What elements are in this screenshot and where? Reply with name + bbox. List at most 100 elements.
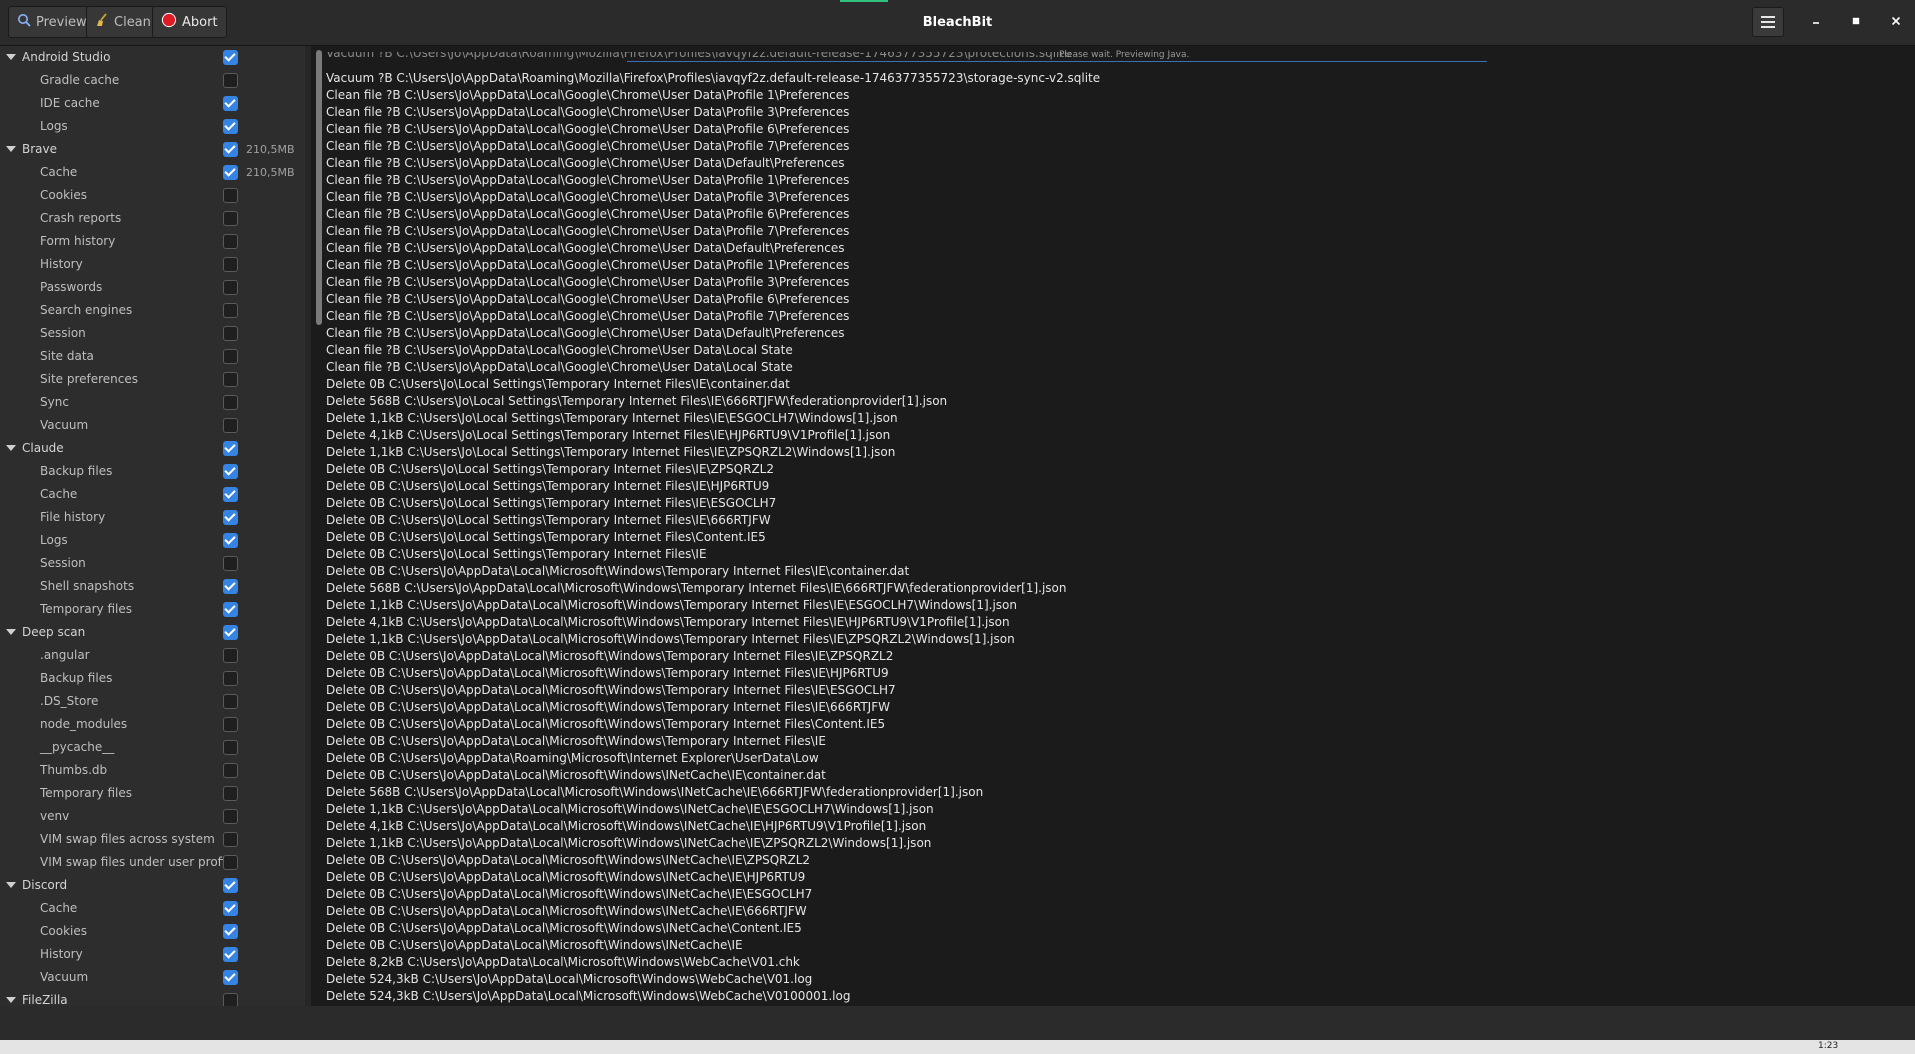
cleaner-tree[interactable]: Android Studio Gradle cache IDE cache Logs B… [0,46,305,1006]
checkbox[interactable] [223,349,238,364]
maximize-button[interactable] [1846,12,1866,32]
checkbox[interactable] [223,947,238,962]
tree-option-row[interactable]: Cookies [0,184,305,207]
checkbox[interactable] [223,763,238,778]
checkbox[interactable] [223,809,238,824]
checkbox[interactable] [223,257,238,272]
tree-option-row[interactable]: Session [0,552,305,575]
checkbox[interactable] [223,464,238,479]
tree-option-row[interactable]: Backup files [0,667,305,690]
checkbox[interactable] [223,855,238,870]
checkbox[interactable] [223,510,238,525]
tree-option-row[interactable]: .DS_Store [0,690,305,713]
tree-option-row[interactable]: IDE cache [0,92,305,115]
expand-arrow-icon[interactable] [6,146,16,152]
log-line: Clean file ?B C:\Users\Jo\AppData\Local\… [326,207,850,221]
checkbox[interactable] [223,303,238,318]
checkbox[interactable] [223,165,238,180]
tree-option-row[interactable]: History [0,943,305,966]
checkbox[interactable] [223,625,238,640]
checkbox[interactable] [223,50,238,65]
log-view[interactable]: Vacuum ?B C:\Users\Jo\AppData\Roaming\Mo… [311,46,1915,1006]
log-line: Clean file ?B C:\Users\Jo\AppData\Local\… [326,360,793,374]
tree-option-row[interactable]: Temporary files [0,782,305,805]
checkbox[interactable] [223,280,238,295]
checkbox[interactable] [223,717,238,732]
expand-arrow-icon[interactable] [6,997,16,1003]
log-scrollbar[interactable] [316,50,322,325]
tree-option-row[interactable]: Backup files [0,460,305,483]
tree-option-row[interactable]: VIM swap files under user profile [0,851,305,874]
tree-option-row[interactable]: Sync [0,391,305,414]
tree-option-row[interactable]: Cache [0,897,305,920]
checkbox[interactable] [223,602,238,617]
checkbox[interactable] [223,119,238,134]
tree-group-row[interactable]: Android Studio [0,46,305,69]
checkbox[interactable] [223,372,238,387]
checkbox[interactable] [223,648,238,663]
checkbox[interactable] [223,970,238,985]
checkbox[interactable] [223,694,238,709]
tree-option-row[interactable]: Search engines [0,299,305,322]
checkbox[interactable] [223,740,238,755]
tree-option-row[interactable]: Site data [0,345,305,368]
tree-option-row[interactable]: Gradle cache [0,69,305,92]
close-button[interactable] [1886,12,1906,32]
checkbox[interactable] [223,96,238,111]
expand-arrow-icon[interactable] [6,882,16,888]
checkbox[interactable] [223,234,238,249]
checkbox[interactable] [223,533,238,548]
expand-arrow-icon[interactable] [6,54,16,60]
checkbox[interactable] [223,993,238,1006]
tree-option-row[interactable]: Site preferences [0,368,305,391]
checkbox[interactable] [223,786,238,801]
checkbox[interactable] [223,395,238,410]
checkbox[interactable] [223,832,238,847]
menu-button[interactable] [1752,7,1784,37]
tree-option-row[interactable]: Logs [0,115,305,138]
tree-option-row[interactable]: Logs [0,529,305,552]
tree-option-row[interactable]: Session [0,322,305,345]
tree-option-row[interactable]: Vacuum [0,966,305,989]
tree-option-row[interactable]: Shell snapshots [0,575,305,598]
checkbox[interactable] [223,671,238,686]
tree-group-row[interactable]: Brave 210,5MB [0,138,305,161]
checkbox[interactable] [223,878,238,893]
tree-option-row[interactable]: Temporary files [0,598,305,621]
tree-option-row[interactable]: History [0,253,305,276]
tree-group-row[interactable]: Deep scan [0,621,305,644]
tree-option-row[interactable]: .angular [0,644,305,667]
expand-arrow-icon[interactable] [6,445,16,451]
tree-group-row[interactable]: Claude [0,437,305,460]
tree-option-row[interactable]: Cache 210,5MB [0,161,305,184]
checkbox[interactable] [223,487,238,502]
checkbox[interactable] [223,556,238,571]
checkbox[interactable] [223,579,238,594]
tree-option-row[interactable]: Crash reports [0,207,305,230]
tree-option-row[interactable]: Cookies [0,920,305,943]
tree-option-row[interactable]: Passwords [0,276,305,299]
tree-group-row[interactable]: Discord [0,874,305,897]
tree-option-row[interactable]: File history [0,506,305,529]
checkbox[interactable] [223,73,238,88]
checkbox[interactable] [223,441,238,456]
checkbox[interactable] [223,142,238,157]
tree-item-label: IDE cache [40,96,100,110]
tree-group-row[interactable]: FileZilla [0,989,305,1006]
checkbox[interactable] [223,326,238,341]
tree-option-row[interactable]: Thumbs.db [0,759,305,782]
checkbox[interactable] [223,924,238,939]
checkbox[interactable] [223,418,238,433]
tree-option-row[interactable]: Cache [0,483,305,506]
minimize-button[interactable] [1806,12,1826,32]
tree-option-row[interactable]: Form history [0,230,305,253]
tree-option-row[interactable]: venv [0,805,305,828]
tree-option-row[interactable]: VIM swap files across system [0,828,305,851]
checkbox[interactable] [223,901,238,916]
expand-arrow-icon[interactable] [6,629,16,635]
checkbox[interactable] [223,188,238,203]
tree-option-row[interactable]: __pycache__ [0,736,305,759]
tree-option-row[interactable]: Vacuum [0,414,305,437]
checkbox[interactable] [223,211,238,226]
tree-option-row[interactable]: node_modules [0,713,305,736]
